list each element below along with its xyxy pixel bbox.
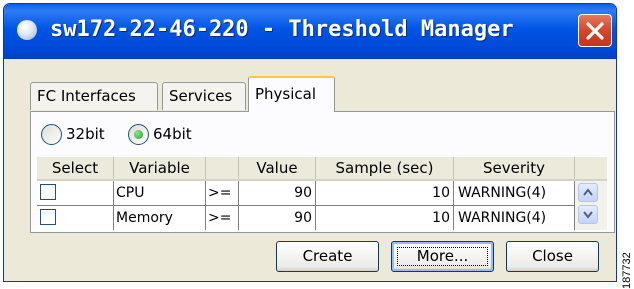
column-header-value[interactable]: Value — [239, 157, 316, 179]
value-cell[interactable]: 90 — [239, 181, 316, 206]
value-cell[interactable]: 90 — [239, 206, 316, 230]
column-header-severity[interactable]: Severity — [454, 157, 575, 179]
radio-32bit[interactable] — [41, 124, 62, 145]
title-bar[interactable]: sw172-22-46-220 - Threshold Manager — [4, 4, 616, 59]
threshold-manager-window: sw172-22-46-220 - Threshold Manager FC I… — [3, 3, 617, 282]
column-header-select[interactable]: Select — [37, 157, 114, 179]
chevron-up-icon — [583, 188, 593, 196]
table-row[interactable]: CPU >= 90 10 WARNING(4) — [37, 181, 575, 206]
create-button[interactable]: Create — [276, 241, 379, 272]
physical-tab-panel: 32bit 64bit Select Variable Value Sample… — [30, 111, 615, 233]
close-button[interactable]: Close — [506, 241, 599, 272]
severity-cell[interactable]: WARNING(4) — [454, 206, 575, 230]
column-header-operator[interactable] — [206, 157, 239, 179]
radio-32bit-label: 32bit — [66, 125, 105, 143]
table-row[interactable]: Memory >= 90 10 WARNING(4) — [37, 206, 575, 230]
operator-cell[interactable]: >= — [206, 206, 239, 230]
close-window-button[interactable] — [578, 14, 612, 47]
variable-cell[interactable]: CPU — [114, 181, 206, 206]
select-cell[interactable] — [37, 181, 114, 206]
sample-cell[interactable]: 10 — [316, 206, 454, 230]
threshold-table: Select Variable Value Sample (sec) Sever… — [37, 157, 607, 230]
more-button[interactable]: More... — [391, 241, 494, 272]
variable-cell[interactable]: Memory — [114, 206, 206, 230]
sample-cell[interactable]: 10 — [316, 181, 454, 206]
column-header-variable[interactable]: Variable — [114, 157, 206, 179]
figure-id: 187732 — [621, 252, 633, 289]
tab-fc-interfaces-label: FC Interfaces — [37, 87, 136, 105]
scroll-up-button[interactable] — [578, 183, 598, 202]
table-scrollbar[interactable] — [575, 181, 607, 230]
focus-indicator — [397, 247, 488, 266]
row-select-checkbox[interactable] — [40, 184, 56, 200]
radio-64bit[interactable] — [128, 124, 149, 145]
table-header: Select Variable Value Sample (sec) Sever… — [37, 157, 607, 181]
tab-fc-interfaces[interactable]: FC Interfaces — [30, 82, 158, 110]
column-header-sample[interactable]: Sample (sec) — [316, 157, 454, 179]
close-icon — [586, 22, 604, 40]
app-icon — [17, 20, 37, 40]
tab-physical[interactable]: Physical — [248, 76, 335, 112]
radio-selected-dot — [134, 130, 143, 139]
select-cell[interactable] — [37, 206, 114, 230]
radio-64bit-label: 64bit — [153, 125, 192, 143]
row-select-checkbox[interactable] — [40, 209, 56, 225]
chevron-down-icon — [583, 211, 593, 219]
window-title: sw172-22-46-220 - Threshold Manager — [50, 17, 514, 42]
scroll-down-button[interactable] — [578, 205, 598, 224]
operator-cell[interactable]: >= — [206, 181, 239, 206]
tab-services[interactable]: Services — [162, 82, 246, 110]
tab-physical-label: Physical — [255, 85, 317, 103]
tab-services-label: Services — [169, 87, 233, 105]
severity-cell[interactable]: WARNING(4) — [454, 181, 575, 206]
